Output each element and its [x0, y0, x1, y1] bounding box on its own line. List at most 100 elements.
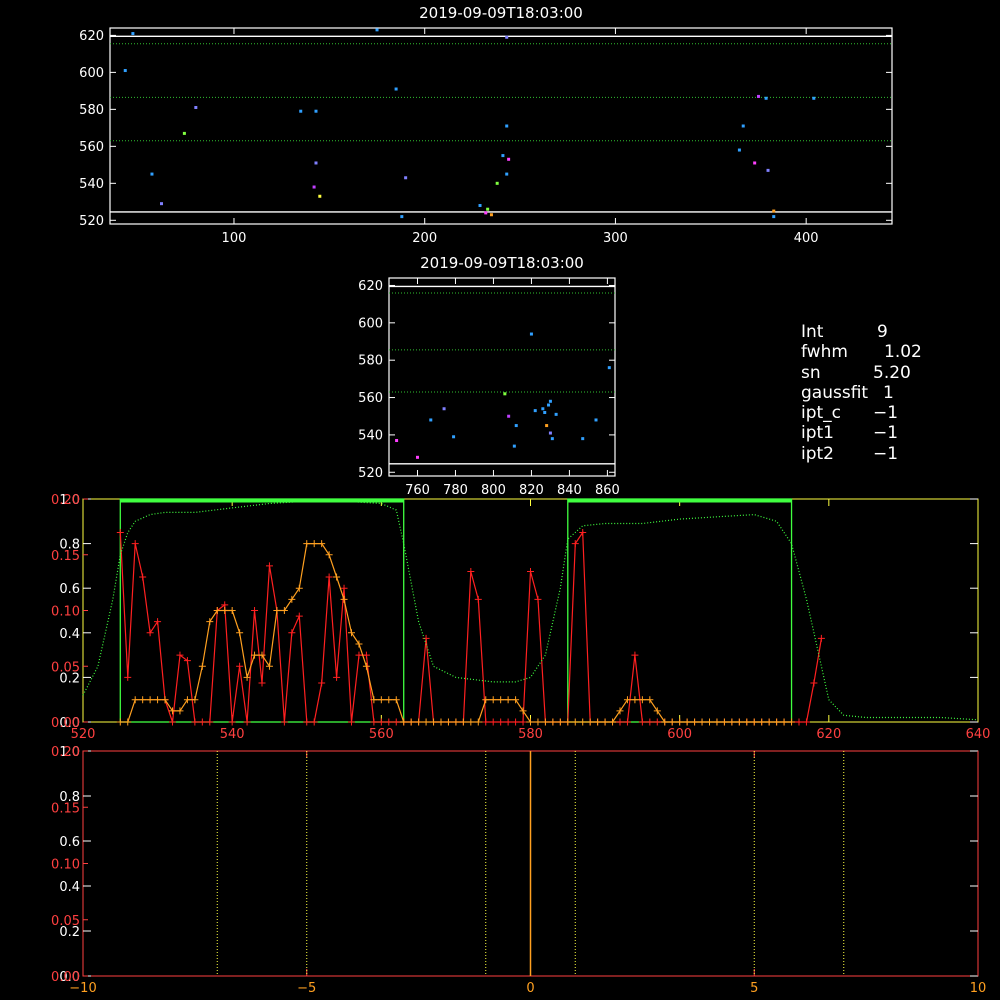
data-marker-plus — [720, 718, 728, 726]
x-tick-label: 560 — [369, 727, 394, 742]
x-tick-label: 200 — [412, 231, 437, 246]
data-marker-plus — [444, 718, 452, 726]
x-tick-label: 820 — [519, 483, 544, 498]
scatter-point — [581, 437, 585, 441]
scatter-point — [489, 213, 493, 217]
data-marker-plus — [497, 718, 505, 726]
scatter-point — [394, 87, 398, 91]
data-marker-plus — [728, 718, 736, 726]
data-marker-plus — [385, 696, 393, 704]
data-marker-plus — [534, 595, 542, 603]
scatter-point — [547, 403, 551, 407]
data-marker-plus — [810, 679, 818, 687]
data-marker-plus — [198, 662, 206, 670]
data-marker-plus — [527, 718, 534, 726]
x-tick-label: 100 — [222, 231, 247, 246]
scatter-point — [607, 366, 611, 370]
scatter-point — [375, 28, 379, 32]
y-tick-label-white: 0.6 — [59, 835, 80, 850]
scatter-point — [766, 168, 770, 172]
data-marker-plus — [638, 718, 646, 726]
data-marker-plus — [497, 696, 505, 704]
data-marker-plus — [258, 679, 266, 687]
x-tick-label: 780 — [443, 483, 468, 498]
scatter-point — [159, 202, 163, 206]
scatter-point — [314, 109, 318, 113]
data-marker-plus — [288, 595, 296, 603]
scatter-point — [772, 215, 776, 219]
scatter-point — [529, 332, 533, 336]
data-marker-plus — [653, 718, 661, 726]
scatter-point — [299, 109, 303, 113]
data-marker-plus — [295, 584, 303, 592]
y-tick-label-red: 0.15 — [51, 801, 80, 816]
data-marker-plus — [146, 629, 154, 637]
data-marker-plus — [303, 540, 311, 548]
y-tick-label-red: 0.20 — [51, 493, 80, 508]
x-tick-label: 520 — [71, 727, 96, 742]
info-key: sn — [801, 362, 821, 383]
data-marker-plus — [452, 718, 460, 726]
data-marker-plus — [243, 718, 251, 726]
scatter-point — [312, 185, 316, 189]
info-value: 1.02 — [884, 342, 922, 363]
y-tick-label: 580 — [358, 354, 383, 369]
info-row-gaussfit: gaussfit 1 — [801, 383, 922, 403]
data-marker-plus — [333, 573, 341, 581]
y-tick-label: 620 — [79, 29, 104, 44]
data-marker-plus — [362, 662, 370, 670]
scatter-point — [533, 409, 537, 413]
data-marker-plus — [758, 718, 766, 726]
scatter-point — [548, 399, 552, 403]
data-marker-plus — [735, 718, 743, 726]
data-marker-plus — [691, 718, 699, 726]
data-marker-plus — [474, 718, 482, 726]
y-tick-label: 600 — [358, 316, 383, 331]
scatter-point — [400, 215, 404, 219]
data-marker-plus — [519, 707, 527, 715]
info-row-ipt-c: ipt_c −1 — [801, 403, 922, 423]
data-marker-plus — [437, 718, 445, 726]
scatter-point — [548, 431, 552, 435]
y-tick-label-white: 0.6 — [59, 582, 80, 597]
x-tick-label: −5 — [297, 981, 316, 996]
data-marker-plus — [154, 618, 162, 626]
data-marker-plus — [325, 551, 333, 559]
info-row-int: Int 9 — [801, 322, 922, 342]
data-marker-plus — [571, 718, 579, 726]
scatter-point — [429, 418, 433, 422]
data-marker-plus — [183, 696, 191, 704]
data-marker-plus — [512, 718, 520, 726]
data-marker-plus — [116, 528, 124, 536]
data-marker-plus — [348, 718, 355, 726]
data-marker-plus — [198, 718, 206, 726]
data-marker-plus — [377, 718, 385, 726]
data-marker-plus — [556, 718, 564, 726]
series-line — [119, 530, 822, 723]
scatter-point — [495, 181, 499, 185]
data-marker-plus — [236, 662, 244, 670]
y-tick-label: 520 — [358, 466, 383, 481]
x-tick-label: 620 — [816, 727, 841, 742]
scatter-point — [594, 418, 598, 422]
data-marker-plus — [534, 718, 542, 726]
data-marker-plus — [355, 640, 363, 648]
data-marker-plus — [340, 595, 348, 603]
x-tick-label: 10 — [970, 981, 987, 996]
y-tick-label-red: 0.10 — [51, 858, 80, 873]
data-marker-plus — [206, 718, 214, 726]
scatter-point — [756, 94, 760, 98]
data-marker-plus — [370, 718, 378, 726]
data-marker-plus — [251, 607, 259, 614]
data-marker-plus — [616, 707, 624, 715]
x-tick-label: 640 — [966, 727, 991, 742]
data-marker-plus — [795, 718, 803, 726]
data-marker-plus — [601, 718, 609, 726]
figure-canvas: 100 200 300 4005205405605806006202019-09-09… — [51, 4, 991, 996]
data-marker-plus — [310, 718, 318, 726]
y-tick-label-red: 0.05 — [51, 660, 80, 675]
plot-frame — [388, 277, 616, 477]
data-marker-plus — [482, 696, 490, 704]
data-marker-plus — [131, 696, 139, 704]
x-tick-label: 600 — [667, 727, 692, 742]
